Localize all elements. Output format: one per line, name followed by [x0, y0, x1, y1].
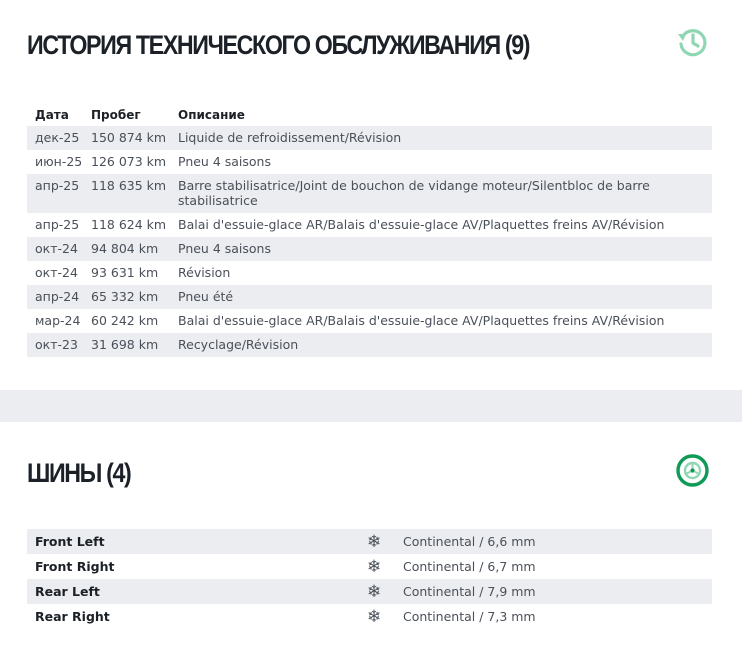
tire-position: Front Right: [35, 559, 115, 574]
tire-value: Continental / 6,6 mm: [403, 534, 536, 549]
row-mileage: 94 804 km: [91, 241, 159, 256]
row-mileage: 126 073 km: [91, 154, 167, 169]
tire-value: Continental / 7,3 mm: [403, 609, 536, 624]
row-description: Pneu 4 saisons: [178, 154, 271, 169]
column-date: Дата: [35, 108, 69, 122]
row-description: Liquide de refroidissement/Révision: [178, 130, 402, 145]
table-row: окт-24 94 804 km Pneu 4 saisons: [27, 237, 712, 261]
row-mileage: 93 631 km: [91, 265, 159, 280]
row-date: июн-25: [35, 154, 83, 169]
tires-title: ШИНЫ (4): [27, 458, 132, 488]
table-row: апр-25 118 624 km Balai d'essuie-glace A…: [27, 213, 712, 237]
tire-row: Front Right ❄ Continental / 6,7 mm: [27, 554, 712, 579]
tire-row: Rear Left ❄ Continental / 7,9 mm: [27, 579, 712, 604]
table-row: мар-24 60 242 km Balai d'essuie-glace AR…: [27, 309, 712, 333]
row-description: Pneu 4 saisons: [178, 241, 271, 256]
row-date: апр-25: [35, 217, 80, 232]
table-row: окт-24 93 631 km Révision: [27, 261, 712, 285]
row-mileage: 65 332 km: [91, 289, 159, 304]
tire-value: Continental / 6,7 mm: [403, 559, 536, 574]
row-date: окт-24: [35, 265, 78, 280]
maintenance-table: Дата Пробег Описание дек-25 150 874 km L…: [27, 104, 712, 357]
snowflake-icon: ❄: [367, 606, 382, 627]
row-mileage: 118 624 km: [91, 217, 167, 232]
row-date: окт-23: [35, 337, 78, 352]
table-row: дек-25 150 874 km Liquide de refroidisse…: [27, 126, 712, 150]
row-mileage: 118 635 km: [91, 178, 167, 193]
column-mileage: Пробег: [91, 108, 141, 122]
table-row: апр-25 118 635 km Barre stabilisatrice/J…: [27, 174, 712, 213]
row-description: Balai d'essuie-glace AR/Balais d'essuie-…: [178, 313, 665, 328]
maintenance-title: ИСТОРИЯ ТЕХНИЧЕСКОГО ОБСЛУЖИВАНИЯ (9): [27, 30, 531, 60]
row-mileage: 31 698 km: [91, 337, 159, 352]
tires-table: Front Left ❄ Continental / 6,6 mm Front …: [27, 529, 712, 629]
table-row: окт-23 31 698 km Recyclage/Révision: [27, 333, 712, 357]
row-date: окт-24: [35, 241, 78, 256]
tire-position: Rear Left: [35, 584, 100, 599]
history-icon[interactable]: [675, 25, 709, 59]
row-description: Barre stabilisatrice/Joint de bouchon de…: [178, 178, 650, 208]
table-row: июн-25 126 073 km Pneu 4 saisons: [27, 150, 712, 174]
row-description: Révision: [178, 265, 231, 280]
row-date: апр-25: [35, 178, 80, 193]
tire-value: Continental / 7,9 mm: [403, 584, 536, 599]
row-date: дек-25: [35, 130, 80, 145]
snowflake-icon: ❄: [367, 581, 382, 602]
table-header: Дата Пробег Описание: [27, 104, 712, 126]
column-description: Описание: [178, 107, 245, 122]
snowflake-icon: ❄: [367, 531, 382, 552]
tire-row: Front Left ❄ Continental / 6,6 mm: [27, 529, 712, 554]
snowflake-icon: ❄: [367, 556, 382, 577]
tire-position: Front Left: [35, 534, 105, 549]
section-divider: [0, 390, 742, 422]
row-description: Pneu été: [178, 289, 234, 304]
tire-icon[interactable]: [676, 454, 709, 487]
tire-position: Rear Right: [35, 609, 110, 624]
row-mileage: 150 874 km: [91, 130, 167, 145]
row-description: Balai d'essuie-glace AR/Balais d'essuie-…: [178, 217, 665, 232]
tire-row: Rear Right ❄ Continental / 7,3 mm: [27, 604, 712, 629]
row-mileage: 60 242 km: [91, 313, 159, 328]
row-description: Recyclage/Révision: [178, 337, 299, 352]
table-row: апр-24 65 332 km Pneu été: [27, 285, 712, 309]
row-date: мар-24: [35, 313, 81, 328]
row-date: апр-24: [35, 289, 80, 304]
